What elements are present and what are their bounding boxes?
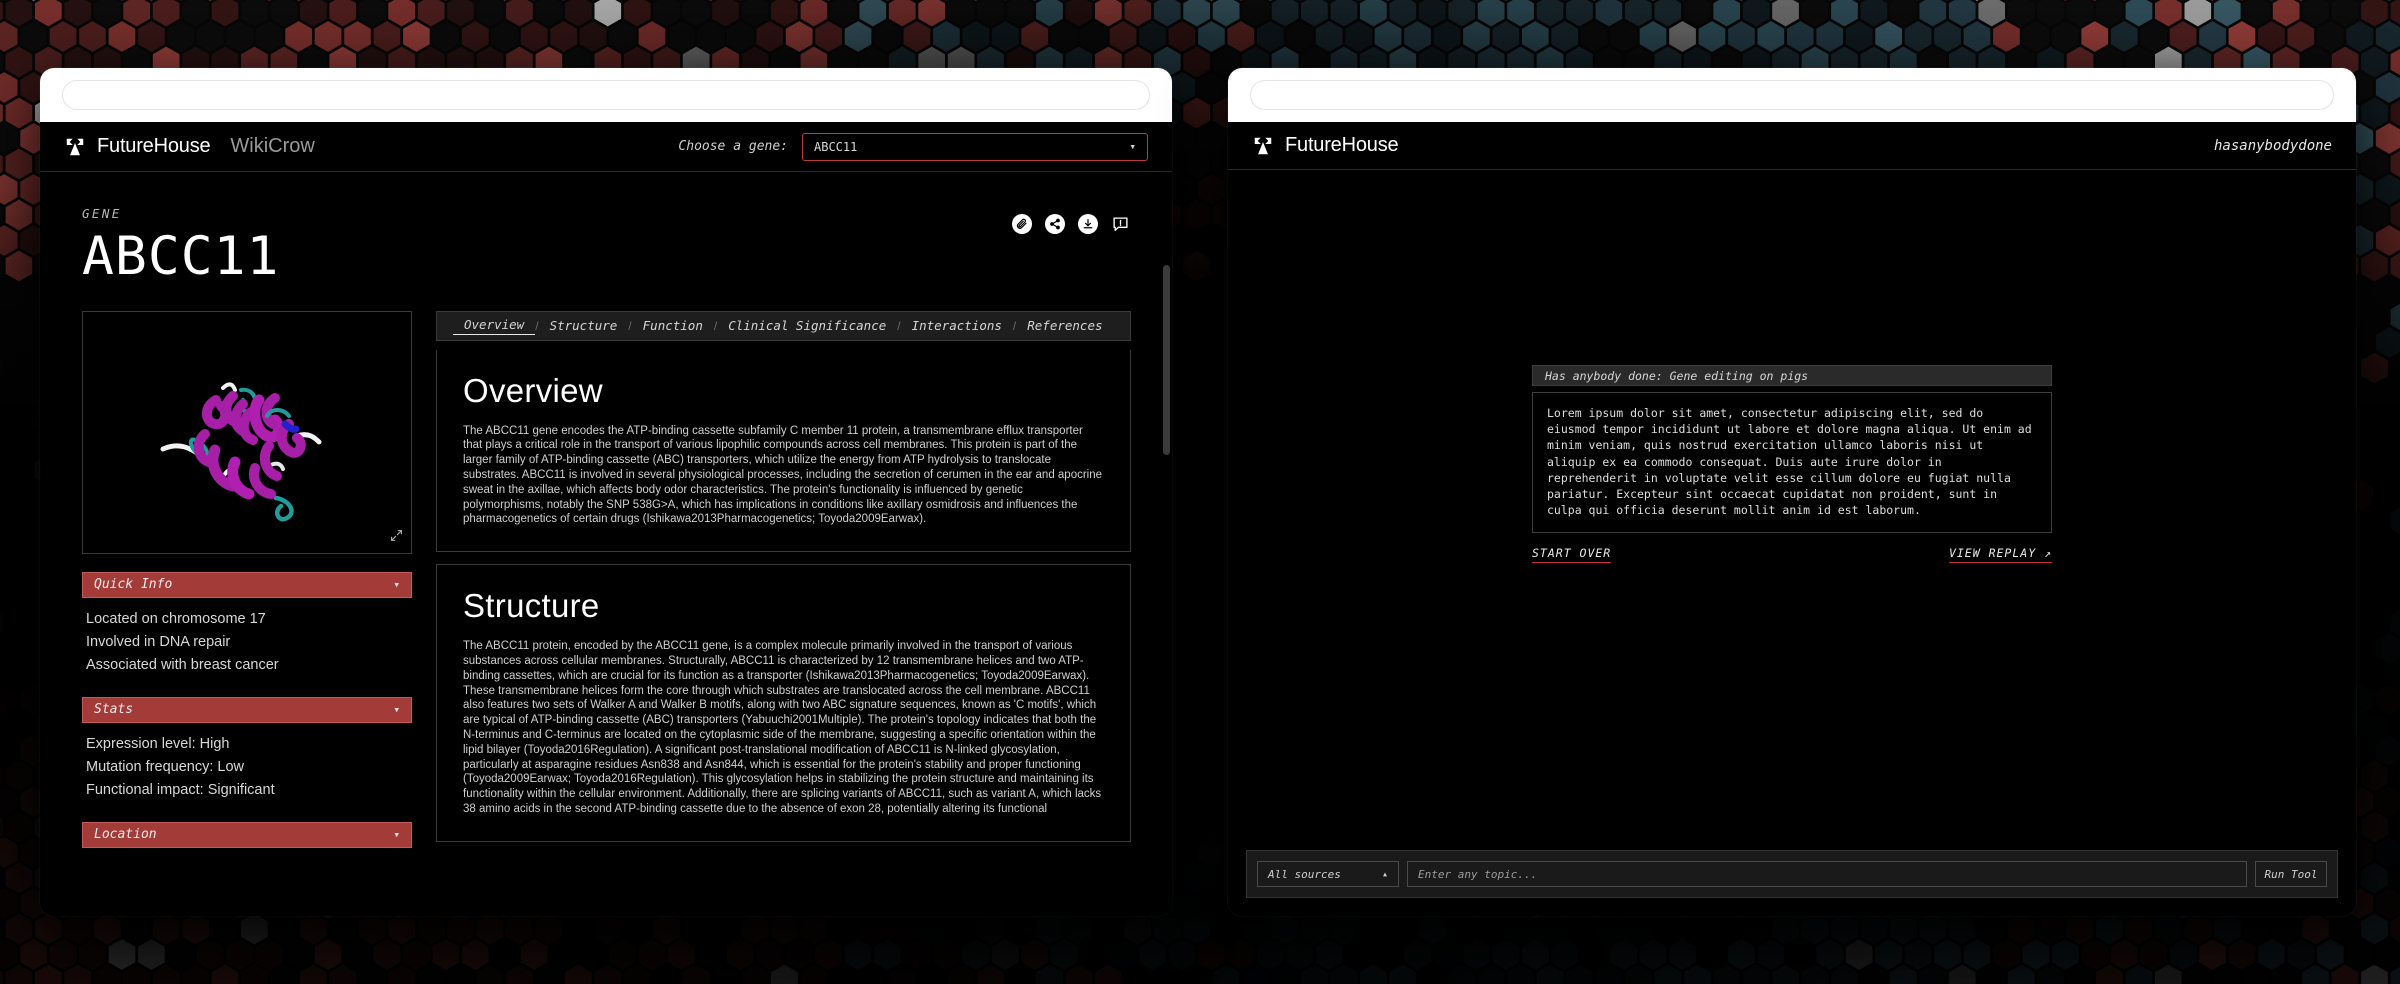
section-tabs: Overview / Structure / Function / Clinical Sig… <box>436 310 1131 341</box>
tool-toolbar: All sources ▴ Run Tool <box>1246 850 2338 898</box>
article-sections: Overview The ABCC11 gene encodes the ATP-… <box>436 349 1131 842</box>
futurehouse-logo[interactable]: FutureHouse WikiCrow <box>64 135 315 158</box>
product-name: WikiCrow <box>230 135 315 157</box>
section-heading: Structure <box>463 587 600 625</box>
browser-chrome-right <box>1228 68 2356 122</box>
article-column: Overview / Structure / Function / Clinical Sig… <box>436 310 1131 860</box>
source-select[interactable]: All sources ▴ <box>1257 861 1399 887</box>
page-title: ABCC11 <box>82 226 280 287</box>
tab-overview[interactable]: Overview <box>453 317 536 335</box>
report-icon[interactable] <box>1111 215 1130 234</box>
section-body: The ABCC11 gene encodes the ATP-binding … <box>463 424 1103 526</box>
panel-header[interactable]: Quick Info ▾ <box>82 571 412 598</box>
article-section: Structure The ABCC11 protein, encoded by … <box>436 564 1131 842</box>
panel-item: Expression level: High <box>86 735 230 752</box>
tab-interactions[interactable]: Interactions <box>901 318 1013 333</box>
view-replay-button[interactable]: VIEW REPLAY ↗ <box>1948 546 2052 564</box>
panel-item: Mutation frequency: Low <box>86 758 244 775</box>
hasanybodydone-app-bar: FutureHouse hasanybodydone <box>1228 122 2356 170</box>
arrow-up-right-icon: ↗ <box>2044 546 2052 561</box>
brand-name: FutureHouse <box>97 135 211 157</box>
answer-box: Lorem ipsum dolor sit amet, consectetur … <box>1532 392 2052 534</box>
answer-text: Lorem ipsum dolor sit amet, consectetur … <box>1547 406 2032 518</box>
content-columns: Quick Info ▾ Located on chromosome 17 Invol… <box>40 285 1172 860</box>
section-heading: Overview <box>463 371 603 409</box>
chevron-down-icon: ▾ <box>393 828 400 842</box>
tab-function[interactable]: Function <box>632 318 714 333</box>
gene-title-text: GENE ABCC11 <box>82 206 279 285</box>
sidebar-panel: Quick Info ▾ Located on chromosome 17 Invol… <box>82 571 412 679</box>
expand-icon[interactable] <box>390 529 403 547</box>
share-icon[interactable] <box>1045 214 1065 234</box>
sidebar-panel: Stats ▾ Expression level: High Mutation fre… <box>82 696 412 804</box>
run-tool-button[interactable]: Run Tool <box>2255 861 2327 887</box>
download-icon[interactable] <box>1078 214 1098 234</box>
panel-title: Stats <box>94 702 134 718</box>
panel-body: Located on chromosome 17 Involved in DNA … <box>82 598 412 679</box>
gene-picker-label: Choose a gene: <box>678 139 788 154</box>
tab-structure[interactable]: Structure <box>539 318 629 333</box>
panel-header[interactable]: Stats ▾ <box>82 696 412 723</box>
brand-name-right: FutureHouse <box>1285 134 1399 156</box>
panel-header[interactable]: Location ▾ <box>82 821 412 848</box>
tab-clinical-significance[interactable]: Clinical Significance <box>717 318 897 333</box>
sidebar-panel: Location ▾ <box>82 821 412 860</box>
product-name-right: hasanybodydone <box>2213 137 2332 154</box>
scrollbar-thumb[interactable] <box>1163 264 1170 456</box>
gene-picker: Choose a gene: ABCC11 ▾ <box>678 132 1148 161</box>
sidebar-panels: Quick Info ▾ Located on chromosome 17 Invol… <box>82 571 412 860</box>
sidebar-column: Quick Info ▾ Located on chromosome 17 Invol… <box>82 310 412 860</box>
panel-body <box>82 848 412 860</box>
page-actions <box>1012 214 1130 234</box>
start-over-button[interactable]: START OVER <box>1532 546 1612 564</box>
chevron-up-icon: ▴ <box>1381 868 1388 880</box>
page-viewport-left: FutureHouse WikiCrow Choose a gene: ABCC… <box>40 122 1172 916</box>
protein-structure-viewer[interactable] <box>82 310 412 554</box>
view-replay-label: VIEW REPLAY <box>1948 546 2037 561</box>
futurehouse-logo-right[interactable]: FutureHouse <box>1252 134 1399 157</box>
panel-body: Expression level: High Mutation frequency… <box>82 723 412 804</box>
source-select-value: All sources <box>1268 867 1341 881</box>
section-body: The ABCC11 protein, encoded by the ABCC1… <box>463 640 1102 815</box>
gene-title-block: GENE ABCC11 <box>40 172 1172 285</box>
chevron-down-icon: ▾ <box>393 578 400 592</box>
page-scrollbar[interactable] <box>1163 122 1170 916</box>
panel-item: Functional impact: Significant <box>86 781 275 798</box>
url-bar-left[interactable] <box>62 80 1150 110</box>
qa-stage: Has anybody done: Gene editing on pigs L… <box>1228 170 2356 916</box>
page-viewport-right: FutureHouse hasanybodydone Has anybody d… <box>1228 122 2356 916</box>
gene-select-value: ABCC11 <box>814 139 858 154</box>
panel-item: Located on chromosome 17 <box>86 610 266 627</box>
panel-item: Involved in DNA repair <box>86 633 231 650</box>
browser-window-hasanybodydone: FutureHouse hasanybodydone Has anybody d… <box>1228 68 2356 916</box>
chevron-down-icon: ▾ <box>1129 140 1136 153</box>
browser-window-wikicrow: FutureHouse WikiCrow Choose a gene: ABCC… <box>40 68 1172 916</box>
gene-select[interactable]: ABCC11 ▾ <box>802 132 1148 161</box>
url-bar-right[interactable] <box>1250 80 2334 110</box>
question-bar: Has anybody done: Gene editing on pigs <box>1532 365 2052 386</box>
panel-title: Quick Info <box>94 577 173 593</box>
protein-ribbon-image <box>83 311 411 553</box>
article-section: Overview The ABCC11 gene encodes the ATP-… <box>436 349 1131 553</box>
attachment-icon[interactable] <box>1012 214 1032 234</box>
tab-references[interactable]: References <box>1016 318 1113 333</box>
page-kicker: GENE <box>82 206 122 221</box>
qa-actions: START OVER VIEW REPLAY ↗ <box>1532 546 2052 564</box>
futurehouse-mark-icon-right <box>1254 137 1272 154</box>
qa-panel: Has anybody done: Gene editing on pigs L… <box>1532 365 2052 564</box>
wikicrow-app-bar: FutureHouse WikiCrow Choose a gene: ABCC… <box>40 122 1172 172</box>
futurehouse-mark-icon <box>66 138 84 155</box>
panel-item: Associated with breast cancer <box>86 656 279 673</box>
panel-title: Location <box>94 827 157 843</box>
chevron-down-icon: ▾ <box>393 703 400 717</box>
browser-chrome-left <box>40 68 1172 122</box>
topic-input[interactable] <box>1407 861 2247 887</box>
